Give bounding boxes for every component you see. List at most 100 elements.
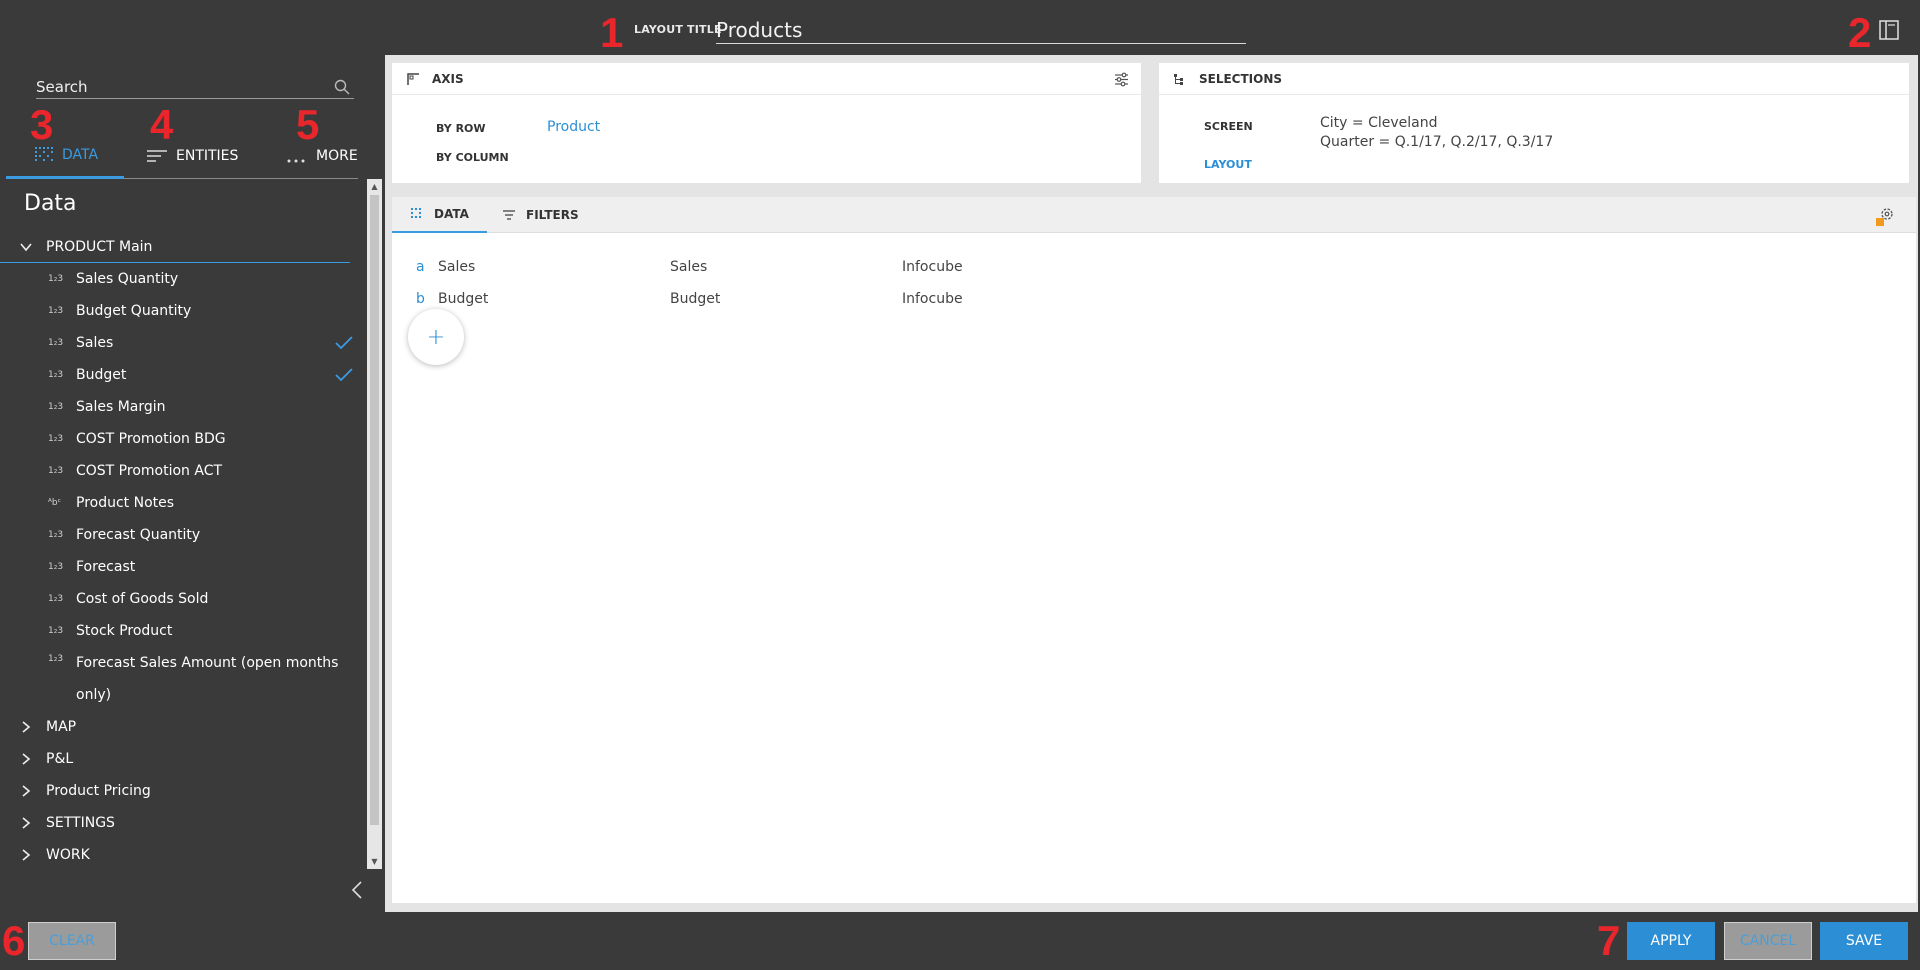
tree-item[interactable]: 1₂3 COST Promotion BDG (0, 423, 365, 455)
tree-group[interactable]: Product Pricing (0, 775, 365, 807)
tree-item[interactable]: 1₂3 COST Promotion ACT (0, 455, 365, 487)
tree-item-label: Sales Quantity (76, 271, 179, 287)
tree-item[interactable]: 1₂3 Sales (0, 327, 365, 359)
data-panel: DATA FILTERS a Sales Sales Infocube b Budget B… (392, 197, 1916, 903)
tree-item[interactable]: 1₂3 Forecast (0, 551, 365, 583)
numeric-type-icon: 1₂3 (48, 434, 64, 444)
sidebar: Search DATA ENTITIES MORE Data PRODUCT M… (0, 55, 384, 915)
panel-tab-filters[interactable]: FILTERS (484, 197, 597, 233)
save-button[interactable]: SAVE (1820, 922, 1908, 960)
tab-entities-label: ENTITIES (176, 148, 239, 164)
chevron-right-icon[interactable] (20, 753, 32, 765)
tree-item[interactable]: 1₂3 Sales Quantity (0, 263, 365, 295)
tab-entities[interactable]: ENTITIES (146, 133, 238, 179)
annotation-1: 1 (600, 9, 624, 56)
scroll-down-icon[interactable]: ▼ (370, 857, 379, 866)
row-source: Infocube (902, 291, 963, 307)
sidebar-tabs: DATA ENTITIES MORE (6, 133, 358, 179)
chevron-right-icon[interactable] (20, 849, 32, 861)
grid-icon (411, 208, 421, 218)
data-row[interactable]: a Sales Sales Infocube (392, 259, 1192, 285)
chevron-down-icon[interactable] (20, 241, 32, 253)
axis-header: AXIS (392, 63, 1141, 95)
row-name: Budget (438, 291, 489, 307)
clear-button[interactable]: CLEAR (28, 922, 116, 960)
chevron-right-icon[interactable] (20, 721, 32, 733)
row-letter: a (416, 259, 425, 275)
tree-item-label: Forecast Quantity (76, 527, 201, 543)
grid-icon (35, 146, 53, 161)
tab-more[interactable]: MORE (286, 133, 358, 179)
search-input[interactable]: Search (36, 75, 354, 96)
tree-group[interactable]: SETTINGS (0, 807, 365, 839)
tab-data[interactable]: DATA (6, 133, 124, 179)
annotation-7: 7 (1597, 917, 1621, 964)
tree-item-label: Budget Quantity (76, 303, 192, 319)
tree-item-label: COST Promotion ACT (76, 463, 223, 479)
chevron-right-icon[interactable] (20, 785, 32, 797)
tree-item[interactable]: 1₂3 Sales Margin (0, 391, 365, 423)
numeric-type-icon: 1₂3 (48, 594, 64, 604)
sliders-icon[interactable] (1114, 72, 1129, 87)
layout-title-input[interactable]: Products (716, 14, 1246, 44)
check-icon (335, 336, 353, 350)
list-icon (147, 150, 167, 162)
cancel-button[interactable]: CANCEL (1724, 922, 1812, 960)
selections-header: SELECTIONS (1159, 63, 1909, 95)
tree-item[interactable]: 1₂3 Forecast Sales Amount (open months on… (0, 647, 365, 711)
tree-group-label: WORK (46, 847, 90, 863)
tree-item[interactable]: ᴬbᶜ Product Notes (0, 487, 365, 519)
check-icon (335, 368, 353, 382)
apply-button[interactable]: APPLY (1627, 922, 1715, 960)
tree-group-label: Product Pricing (46, 783, 151, 799)
axis-title: AXIS (432, 71, 464, 86)
data-row[interactable]: b Budget Budget Infocube (392, 291, 1192, 317)
tree-group-label: SETTINGS (46, 815, 115, 831)
add-data-button[interactable]: + (408, 309, 464, 365)
tree-item-label: Budget (76, 367, 127, 383)
numeric-type-icon: 1₂3 (48, 370, 64, 380)
filter-icon (503, 210, 515, 220)
collapse-sidebar-icon[interactable] (350, 880, 364, 900)
search-box[interactable]: Search (36, 75, 354, 99)
tree-group-product-main[interactable]: PRODUCT Main (0, 231, 350, 263)
tree-group-label: PRODUCT Main (46, 238, 153, 255)
numeric-type-icon: 1₂3 (48, 338, 64, 348)
screen-label: SCREEN (1204, 120, 1253, 133)
axis-icon (407, 72, 419, 85)
chevron-right-icon[interactable] (20, 817, 32, 829)
by-row-label: BY ROW (436, 122, 486, 135)
numeric-type-icon: 1₂3 (48, 530, 64, 540)
numeric-type-icon: 1₂3 (48, 306, 64, 316)
numeric-type-icon: 1₂3 (48, 562, 64, 572)
layout-selection-link[interactable]: LAYOUT (1204, 158, 1252, 171)
settings-badge-icon[interactable] (1874, 205, 1896, 227)
panel-tab-data[interactable]: DATA (392, 197, 487, 233)
panel-tab-data-label: DATA (434, 207, 469, 221)
by-column-label: BY COLUMN (436, 151, 509, 164)
numeric-type-icon: 1₂3 (48, 466, 64, 476)
scroll-up-icon[interactable]: ▲ (370, 182, 379, 191)
tree-item[interactable]: 1₂3 Budget Quantity (0, 295, 365, 327)
tree-group[interactable]: WORK (0, 839, 365, 871)
selections-card: SELECTIONS SCREEN City = Cleveland Quart… (1159, 63, 1909, 183)
tree-item[interactable]: 1₂3 Stock Product (0, 615, 365, 647)
data-panel-tabs: DATA FILTERS (392, 197, 1916, 233)
tree-item[interactable]: 1₂3 Cost of Goods Sold (0, 583, 365, 615)
ellipsis-icon (287, 159, 305, 163)
tree-item[interactable]: 1₂3 Forecast Quantity (0, 519, 365, 551)
main-area: AXIS BY ROW Product BY COLUMN SELECTIONS… (385, 55, 1918, 912)
tree-item[interactable]: 1₂3 Budget (0, 359, 365, 391)
hierarchy-icon (1174, 73, 1183, 85)
scroll-thumb[interactable] (370, 195, 379, 825)
search-icon[interactable] (334, 79, 350, 95)
row-name: Sales (438, 259, 476, 275)
tree-group-label: P&L (46, 751, 74, 767)
tree-group[interactable]: P&L (0, 743, 365, 775)
panel-toggle-icon[interactable] (1878, 19, 1900, 41)
sidebar-scrollbar[interactable]: ▲ ▼ (367, 179, 382, 869)
text-type-icon: ᴬbᶜ (48, 498, 61, 508)
by-row-value[interactable]: Product (547, 119, 600, 135)
screen-selection-quarter: Quarter = Q.1/17, Q.2/17, Q.3/17 (1320, 134, 1554, 150)
tree-group[interactable]: MAP (0, 711, 365, 743)
